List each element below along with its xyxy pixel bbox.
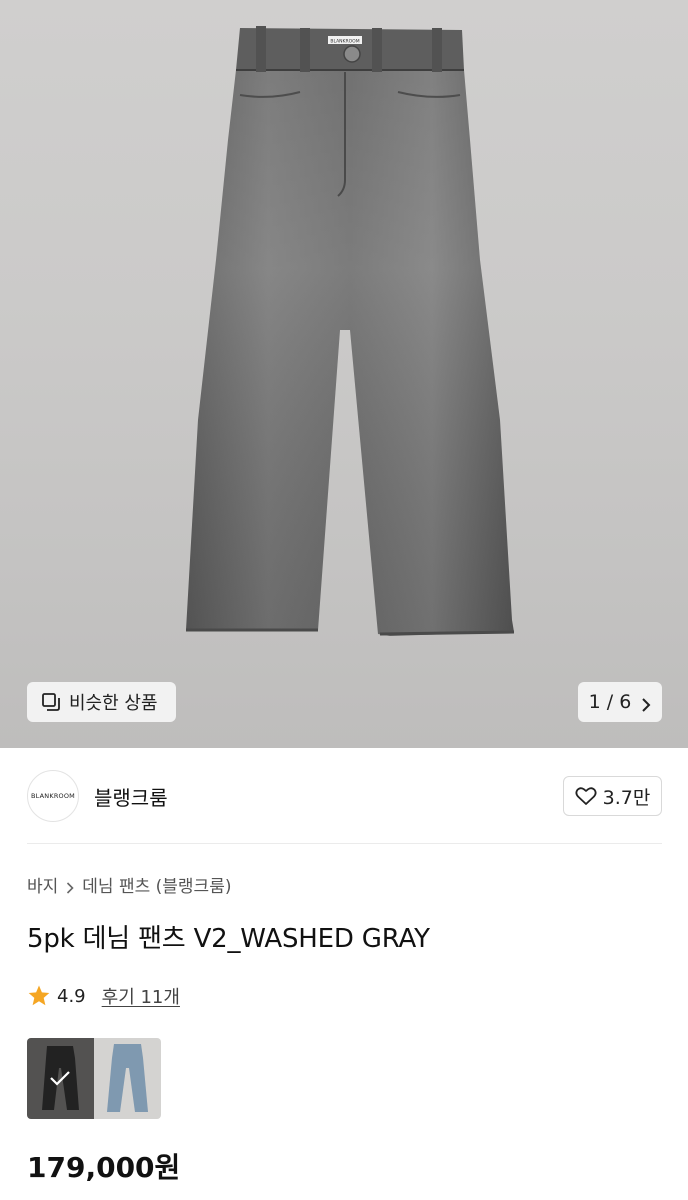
star-icon bbox=[27, 984, 51, 1008]
jeans-photo: BLANKROOM bbox=[186, 26, 515, 636]
like-count: 3.7만 bbox=[602, 786, 651, 809]
like-button[interactable]: 3.7만 bbox=[563, 776, 662, 816]
similar-items-button[interactable]: 비슷한 상품 bbox=[27, 682, 176, 722]
breadcrumb-item-pants[interactable]: 바지 bbox=[27, 872, 58, 897]
chevron-right-icon bbox=[66, 879, 74, 894]
heart-outline-icon bbox=[575, 786, 597, 806]
checkmark-icon bbox=[48, 1068, 72, 1088]
product-image[interactable]: BLANKROOM 비슷한 상품 1 / 6 bbox=[0, 0, 688, 748]
divider bbox=[27, 843, 662, 844]
breadcrumb: 바지 데님 팬츠 (블랭크룸) bbox=[27, 872, 231, 897]
product-price: 179,000원 bbox=[27, 1151, 181, 1184]
review-link[interactable]: 후기 11개 bbox=[102, 983, 180, 1009]
brand-logo[interactable]: BLANKROOM bbox=[27, 770, 79, 822]
similar-items-label: 비슷한 상품 bbox=[69, 693, 158, 714]
chevron-right-icon bbox=[641, 695, 651, 712]
swatch-blue[interactable] bbox=[94, 1038, 161, 1119]
pager-text: 1 / 6 bbox=[588, 691, 632, 713]
breadcrumb-item-denim[interactable]: 데님 팬츠 (블랭크룸) bbox=[82, 872, 231, 897]
rating-row: 4.9 후기 11개 bbox=[27, 983, 180, 1009]
brand-logo-text: BLANKROOM bbox=[31, 792, 75, 800]
product-title: 5pk 데님 팬츠 V2_WASHED GRAY bbox=[27, 924, 430, 954]
swatch-washed-gray[interactable] bbox=[27, 1038, 94, 1119]
brand-name[interactable]: 블랭크룸 bbox=[94, 782, 168, 811]
brand-row: BLANKROOM 블랭크룸 3.7만 bbox=[0, 748, 688, 844]
similar-items-icon bbox=[41, 692, 61, 712]
rating-value: 4.9 bbox=[57, 985, 86, 1007]
color-swatches bbox=[27, 1038, 161, 1119]
image-pager[interactable]: 1 / 6 bbox=[578, 682, 662, 722]
waistband-tag-text: BLANKROOM bbox=[330, 39, 359, 45]
